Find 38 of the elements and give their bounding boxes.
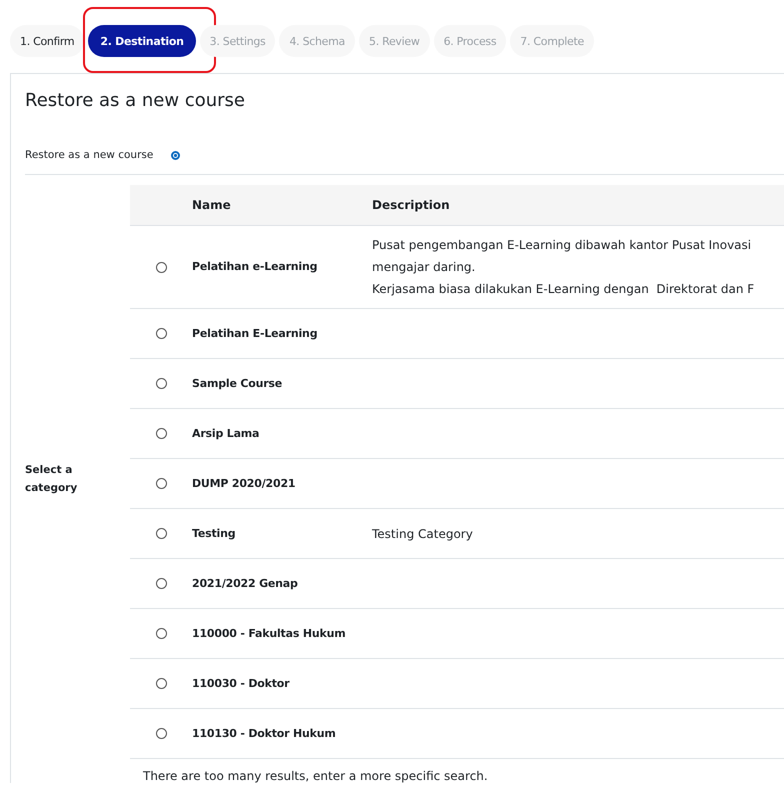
- column-header: Name: [192, 198, 232, 212]
- step-tab[interactable]: 5. Review: [359, 25, 430, 57]
- table-cell-text: 110130 - Doktor Hukum: [192, 726, 337, 742]
- table-cell-text: 110000 - Fakultas Hukum: [192, 626, 346, 642]
- step-tab[interactable]: 6. Process: [434, 25, 506, 57]
- info-message: There are too many results, enter a more specific search.: [142, 768, 489, 783]
- radio-button[interactable]: [156, 528, 166, 539]
- description-text: mengajar daring.: [372, 260, 476, 274]
- step-tab[interactable]: 3. Settings: [200, 25, 276, 57]
- table-cell-text: 2021/2022 Genap: [192, 576, 299, 592]
- radio-button[interactable]: [156, 328, 166, 339]
- step-tab[interactable]: 4. Schema: [279, 25, 356, 57]
- field-label: Select a category: [25, 463, 78, 496]
- table-cell-text: Pelatihan e-Learning: [192, 259, 318, 275]
- radio-button[interactable]: [156, 628, 166, 639]
- radio-button[interactable]: [171, 150, 180, 160]
- table-cell-text: DUMP 2020/2021: [192, 476, 296, 492]
- radio-button[interactable]: [156, 262, 166, 272]
- section-title: Restore as a new course: [25, 90, 246, 113]
- table-cell-text: Testing: [192, 526, 236, 542]
- table-cell-text: Arsip Lama: [192, 426, 260, 442]
- radio-button[interactable]: [156, 728, 166, 739]
- step-tab[interactable]: 1. Confirm: [10, 25, 84, 57]
- table-cell-text: Sample Course: [192, 376, 284, 392]
- step-tab[interactable]: 2. Destination: [88, 25, 196, 57]
- radio-button[interactable]: [156, 428, 166, 439]
- radio-button[interactable]: [156, 578, 166, 589]
- description-text: Testing Category: [372, 526, 474, 540]
- option-label: Restore as a new course: [25, 149, 154, 161]
- radio-button[interactable]: [156, 378, 166, 389]
- table-cell-text: 110030 - Doktor: [192, 676, 290, 692]
- table-cell-text: Pelatihan E-Learning: [192, 326, 318, 342]
- description-text: Kerjasama biasa dilakukan E-Learning dengan Direktorat dan F: [372, 282, 756, 296]
- radio-button[interactable]: [156, 478, 166, 489]
- radio-button[interactable]: [156, 678, 166, 689]
- step-tab[interactable]: 7. Complete: [510, 25, 594, 57]
- description-text: Pusat pengembangan E-Learning dibawah kantor Pusat Inovasi: [372, 238, 752, 252]
- column-header: Description: [372, 198, 451, 212]
